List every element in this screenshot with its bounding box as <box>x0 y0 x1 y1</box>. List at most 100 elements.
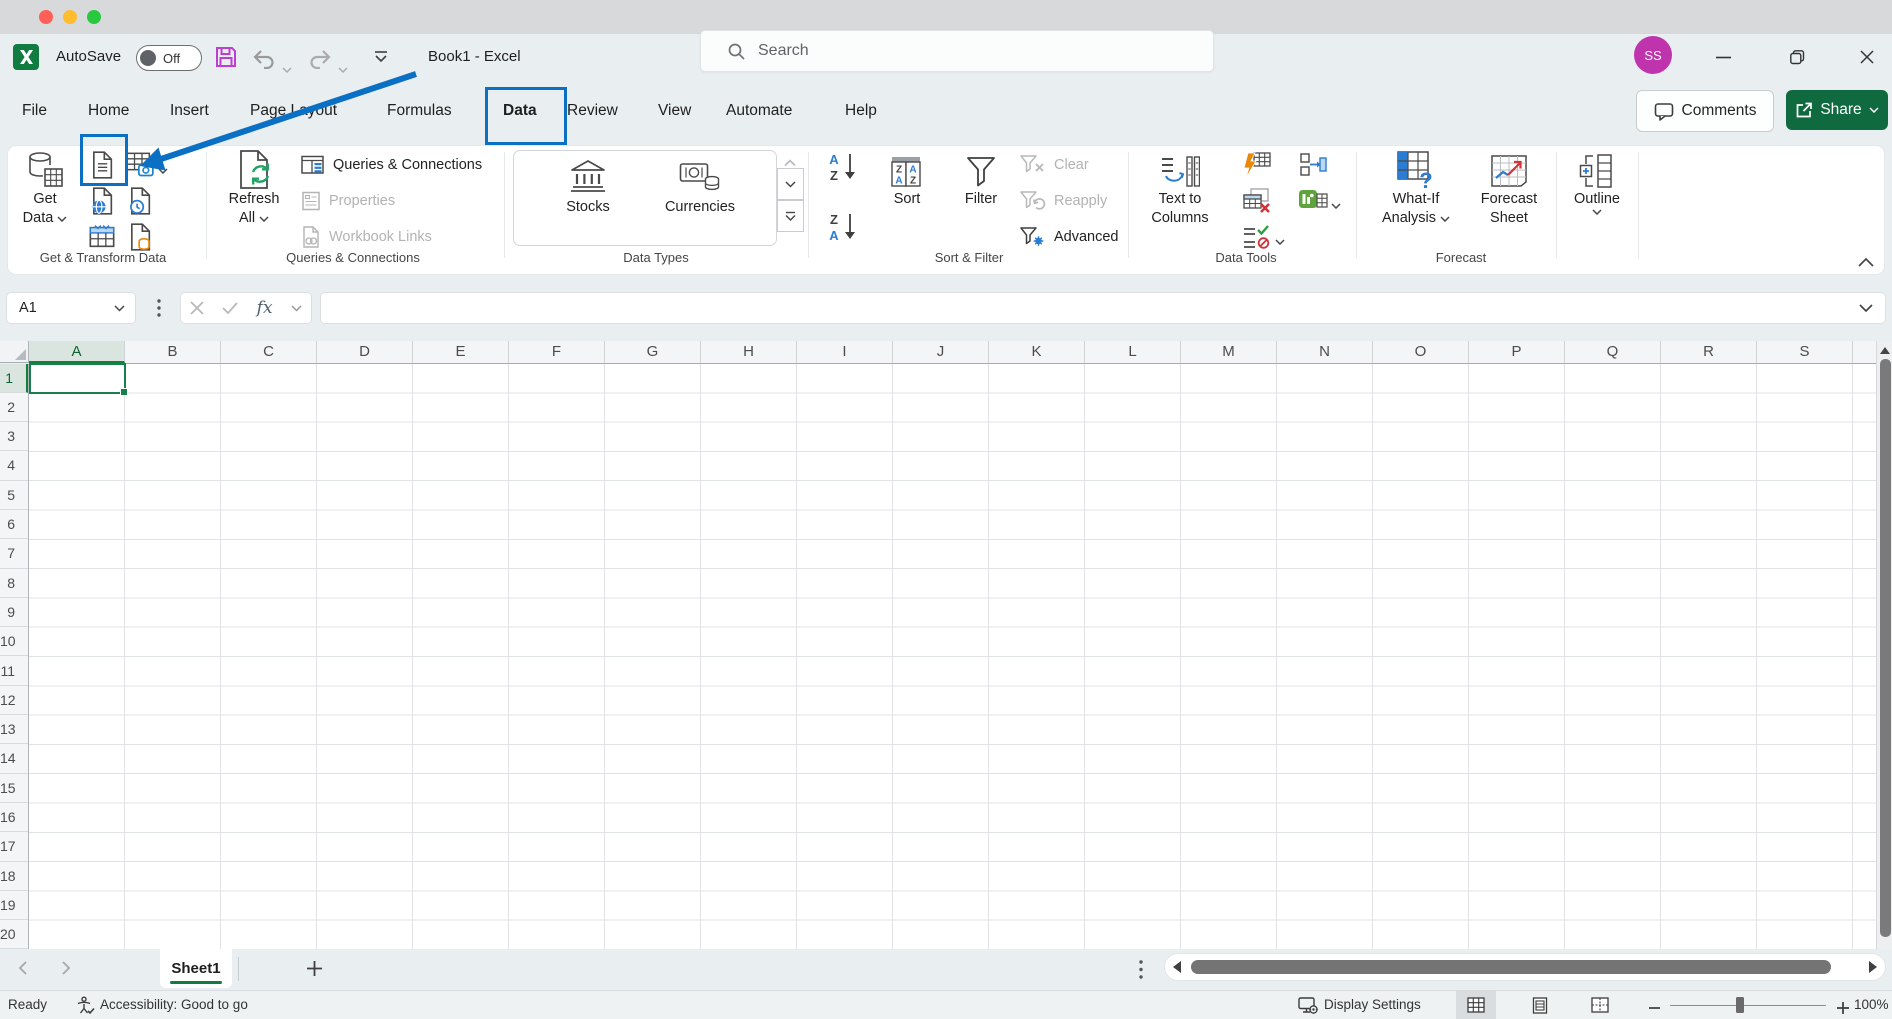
save-icon[interactable] <box>214 45 238 74</box>
cancel-icon[interactable] <box>190 301 204 315</box>
collapse-ribbon-button[interactable] <box>1858 254 1874 272</box>
row-header-7[interactable]: 7 <box>0 539 28 568</box>
tab-help[interactable]: Help <box>845 80 877 141</box>
share-button[interactable]: Share <box>1786 90 1888 130</box>
sort-button[interactable]: ZAAZ Sort <box>876 148 938 244</box>
from-picture-button[interactable] <box>124 149 156 181</box>
row-header-19[interactable]: 19 <box>0 891 28 920</box>
row-header-13[interactable]: 13 <box>0 715 28 744</box>
queries-connections-button[interactable]: Queries & Connections <box>301 149 482 181</box>
mac-close-light[interactable] <box>39 10 53 24</box>
row-header-12[interactable]: 12 <box>0 686 28 715</box>
row-header-3[interactable]: 3 <box>0 422 28 451</box>
formula-bar-expand-icon[interactable] <box>1859 304 1873 312</box>
enter-icon[interactable] <box>222 302 238 314</box>
column-header-R[interactable]: R <box>1661 341 1757 363</box>
data-model-button[interactable] <box>1297 185 1329 217</box>
horizontal-scrollbar-thumb[interactable] <box>1191 960 1831 974</box>
sheet-tab-sheet1[interactable]: Sheet1 <box>160 949 232 988</box>
data-model-chevron-icon[interactable] <box>1331 196 1341 214</box>
reapply-filter-button[interactable]: Reapply <box>1020 185 1107 217</box>
row-header-8[interactable]: 8 <box>0 569 28 598</box>
close-button[interactable] <box>1850 40 1884 74</box>
accessibility-status[interactable]: Accessibility: Good to go <box>100 991 248 1019</box>
vertical-scrollbar[interactable] <box>1876 341 1892 949</box>
comments-button[interactable]: Comments <box>1636 90 1774 132</box>
zoom-slider-handle[interactable] <box>1736 997 1744 1013</box>
text-to-columns-button[interactable]: Text to Columns <box>1138 148 1222 244</box>
column-header-I[interactable]: I <box>797 341 893 363</box>
scroll-left-icon[interactable] <box>1173 961 1181 973</box>
select-all-corner[interactable] <box>0 341 29 363</box>
column-header-S[interactable]: S <box>1757 341 1853 363</box>
new-sheet-button[interactable] <box>306 960 323 982</box>
column-header-E[interactable]: E <box>413 341 509 363</box>
view-normal-button[interactable] <box>1456 991 1496 1019</box>
row-header-14[interactable]: 14 <box>0 744 28 773</box>
display-settings-label[interactable]: Display Settings <box>1324 991 1421 1019</box>
gallery-scroll-down-button[interactable] <box>777 168 804 200</box>
properties-button[interactable]: Properties <box>301 185 395 217</box>
row-header-16[interactable]: 16 <box>0 803 28 832</box>
existing-connections-button[interactable] <box>124 221 156 253</box>
name-box[interactable]: A1 <box>6 292 136 324</box>
row-header-2[interactable]: 2 <box>0 393 28 422</box>
stocks-button[interactable]: Stocks <box>536 159 640 215</box>
row-header-6[interactable]: 6 <box>0 510 28 539</box>
workbook-links-button[interactable]: Workbook Links <box>301 221 432 253</box>
data-validation-chevron-icon[interactable] <box>1275 232 1285 250</box>
formula-input[interactable] <box>333 299 1827 317</box>
row-header-10[interactable]: 10 <box>0 627 28 656</box>
clear-filter-button[interactable]: Clear <box>1020 149 1089 181</box>
cell-grid[interactable] <box>29 364 1876 950</box>
get-data-button[interactable]: Get Data <box>13 148 77 244</box>
search-box[interactable] <box>700 30 1214 72</box>
zoom-out-button[interactable] <box>1648 997 1661 1019</box>
sheet-next-icon[interactable] <box>62 961 71 980</box>
column-header-A[interactable]: A <box>29 341 125 363</box>
insert-function-button[interactable]: fx <box>257 298 273 318</box>
zoom-in-button[interactable] <box>1836 997 1850 1019</box>
search-input[interactable] <box>756 41 1180 61</box>
redo-button[interactable] <box>306 47 332 74</box>
column-header-H[interactable]: H <box>701 341 797 363</box>
from-table-range-button[interactable] <box>86 221 118 253</box>
column-header-M[interactable]: M <box>1181 341 1277 363</box>
from-picture-chevron-icon[interactable] <box>158 161 168 179</box>
row-header-11[interactable]: 11 <box>0 657 28 686</box>
fill-handle[interactable] <box>120 388 128 396</box>
row-header-15[interactable]: 15 <box>0 774 28 803</box>
tab-formulas[interactable]: Formulas <box>387 80 452 141</box>
outline-button[interactable]: Outline <box>1564 148 1630 244</box>
scroll-right-icon[interactable] <box>1869 961 1877 973</box>
sort-ascending-button[interactable]: AZ <box>828 150 864 189</box>
sheet-prev-icon[interactable] <box>18 961 27 980</box>
tab-view[interactable]: View <box>658 80 691 141</box>
tab-file[interactable]: File <box>22 80 47 141</box>
flash-fill-button[interactable] <box>1241 149 1273 181</box>
autosave-toggle[interactable]: Off <box>136 45 202 71</box>
zoom-slider-track[interactable] <box>1670 1005 1826 1007</box>
vertical-scrollbar-thumb[interactable] <box>1880 359 1891 937</box>
column-header-P[interactable]: P <box>1469 341 1565 363</box>
undo-chevron-icon[interactable] <box>282 60 292 78</box>
quick-access-customize-icon[interactable] <box>372 50 390 69</box>
column-header-D[interactable]: D <box>317 341 413 363</box>
from-web-button[interactable] <box>86 185 118 217</box>
restore-button[interactable] <box>1780 40 1814 74</box>
column-header-O[interactable]: O <box>1373 341 1469 363</box>
minimize-button[interactable] <box>1706 40 1740 74</box>
recent-sources-button[interactable] <box>124 185 156 217</box>
column-header-J[interactable]: J <box>893 341 989 363</box>
scroll-up-icon[interactable] <box>1880 347 1890 354</box>
undo-button[interactable] <box>252 47 278 74</box>
tab-page-layout[interactable]: Page Layout <box>250 80 337 141</box>
consolidate-button[interactable] <box>1297 149 1329 181</box>
redo-chevron-icon[interactable] <box>338 60 348 78</box>
row-header-9[interactable]: 9 <box>0 598 28 627</box>
row-header-4[interactable]: 4 <box>0 451 28 480</box>
row-header-17[interactable]: 17 <box>0 832 28 861</box>
column-header-C[interactable]: C <box>221 341 317 363</box>
tab-home[interactable]: Home <box>88 80 129 141</box>
horizontal-scrollbar[interactable] <box>1164 953 1886 981</box>
